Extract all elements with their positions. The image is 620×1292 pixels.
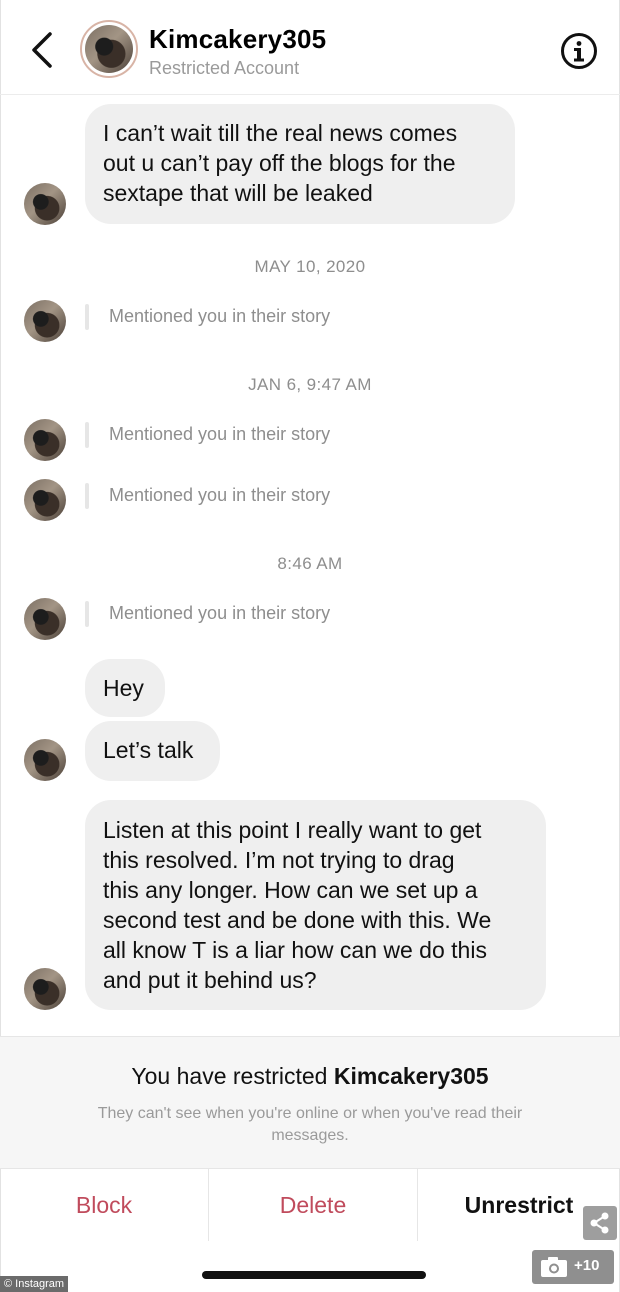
- block-button[interactable]: Block: [0, 1169, 209, 1241]
- sender-avatar[interactable]: [24, 739, 66, 781]
- story-mention-text: Mentioned you in their story: [109, 485, 331, 505]
- photo-gallery-button[interactable]: +10: [532, 1250, 614, 1284]
- home-indicator[interactable]: [202, 1271, 426, 1279]
- restricted-username: Kimcakery305: [333, 1063, 489, 1089]
- sender-avatar[interactable]: [24, 183, 66, 225]
- delete-button[interactable]: Delete: [209, 1169, 418, 1241]
- restricted-notice-description: They can't see when you're online or whe…: [97, 1105, 523, 1144]
- chat-header: Kimcakery305 Restricted Account: [0, 0, 620, 95]
- timestamp: 8:46 AM: [277, 554, 343, 573]
- sender-avatar[interactable]: [24, 419, 66, 461]
- share-icon: [590, 1212, 609, 1234]
- story-mention-text: Mentioned you in their story: [109, 603, 331, 623]
- avatar[interactable]: [80, 20, 138, 78]
- restricted-notice: You have restricted Kimcakery305 They ca…: [0, 1036, 620, 1169]
- account-status: Restricted Account: [149, 58, 300, 78]
- story-mention-text: Mentioned you in their story: [109, 306, 331, 326]
- image-credit: © Instagram: [0, 1276, 69, 1292]
- sender-avatar[interactable]: [24, 479, 66, 521]
- message-bubble[interactable]: Listen at this point I really want to ge…: [85, 800, 546, 1010]
- chat-username[interactable]: Kimcakery305: [149, 24, 326, 55]
- share-button[interactable]: [583, 1206, 617, 1240]
- sender-avatar[interactable]: [24, 968, 66, 1010]
- message-bubble[interactable]: Let’s talk: [85, 721, 220, 781]
- message-bubble[interactable]: Hey: [85, 659, 165, 717]
- gallery-count: +10: [574, 1257, 600, 1274]
- story-mention-text: Mentioned you in their story: [109, 424, 331, 444]
- message-bubble[interactable]: I can’t wait till the real news comes ou…: [85, 104, 515, 224]
- camera-icon: [541, 1257, 567, 1277]
- timestamp: MAY 10, 2020: [254, 257, 366, 276]
- sender-avatar[interactable]: [24, 300, 66, 342]
- timestamp: JAN 6, 9:47 AM: [248, 375, 372, 394]
- restricted-notice-title: You have restricted Kimcakery305: [131, 1063, 489, 1089]
- chevron-left-icon[interactable]: [26, 30, 60, 70]
- sender-avatar[interactable]: [24, 598, 66, 640]
- action-bar: Block Delete Unrestrict: [0, 1168, 620, 1241]
- info-icon[interactable]: [560, 32, 598, 70]
